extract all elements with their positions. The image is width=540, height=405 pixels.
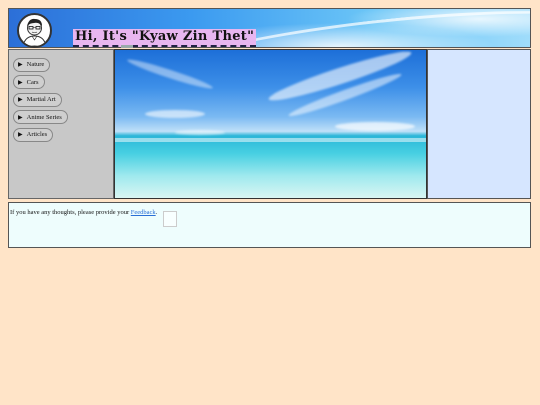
empty-widget [163, 211, 177, 227]
cloud [175, 130, 225, 135]
triangle-right-icon: ▶ [18, 114, 23, 121]
cloud [145, 110, 205, 118]
sidebar-item-cars[interactable]: ▶ Cars [13, 75, 45, 89]
triangle-right-icon: ▶ [18, 97, 23, 103]
sidebar-item-label: Anime Series [26, 113, 62, 121]
feedback-panel: If you have any thoughts, please provide… [8, 202, 531, 248]
feedback-text: If you have any thoughts, please provide… [10, 209, 131, 216]
title-underline-mark [121, 45, 133, 48]
feedback-link[interactable]: Feedback [131, 209, 156, 216]
sidebar-item-anime-series[interactable]: ▶ Anime Series [13, 110, 68, 124]
triangle-right-icon: ▶ [18, 79, 23, 86]
avatar-sketch-icon [22, 18, 47, 46]
sidebar-item-label: Cars [26, 78, 39, 86]
triangle-right-icon: ▶ [18, 132, 23, 138]
sidebar-item-label: Martial Art [26, 96, 56, 103]
right-panel [427, 49, 531, 199]
sidebar: ▶ Nature ▶ Cars ▶ Martial Art ▶ Anime Se… [8, 49, 114, 199]
sidebar-item-label: Articles [26, 131, 48, 138]
feedback-line: If you have any thoughts, please provide… [10, 209, 157, 216]
cloud [125, 56, 215, 92]
sidebar-item-martial-art[interactable]: ▶ Martial Art [13, 92, 62, 107]
horizon-shine [115, 138, 426, 142]
greeting-text: Hi, It's "Kyaw Zin Thet" [75, 29, 255, 44]
cloud [335, 122, 415, 131]
page-title: Hi, It's "Kyaw Zin Thet" [73, 29, 257, 48]
sidebar-item-articles[interactable]: ▶ Articles [13, 127, 54, 142]
feedback-suffix: . [155, 209, 158, 216]
avatar [17, 13, 52, 48]
triangle-right-icon: ▶ [18, 62, 23, 68]
hero-image [114, 49, 427, 199]
sidebar-item-nature[interactable]: ▶ Nature [13, 57, 51, 72]
sidebar-item-label: Nature [26, 61, 45, 68]
